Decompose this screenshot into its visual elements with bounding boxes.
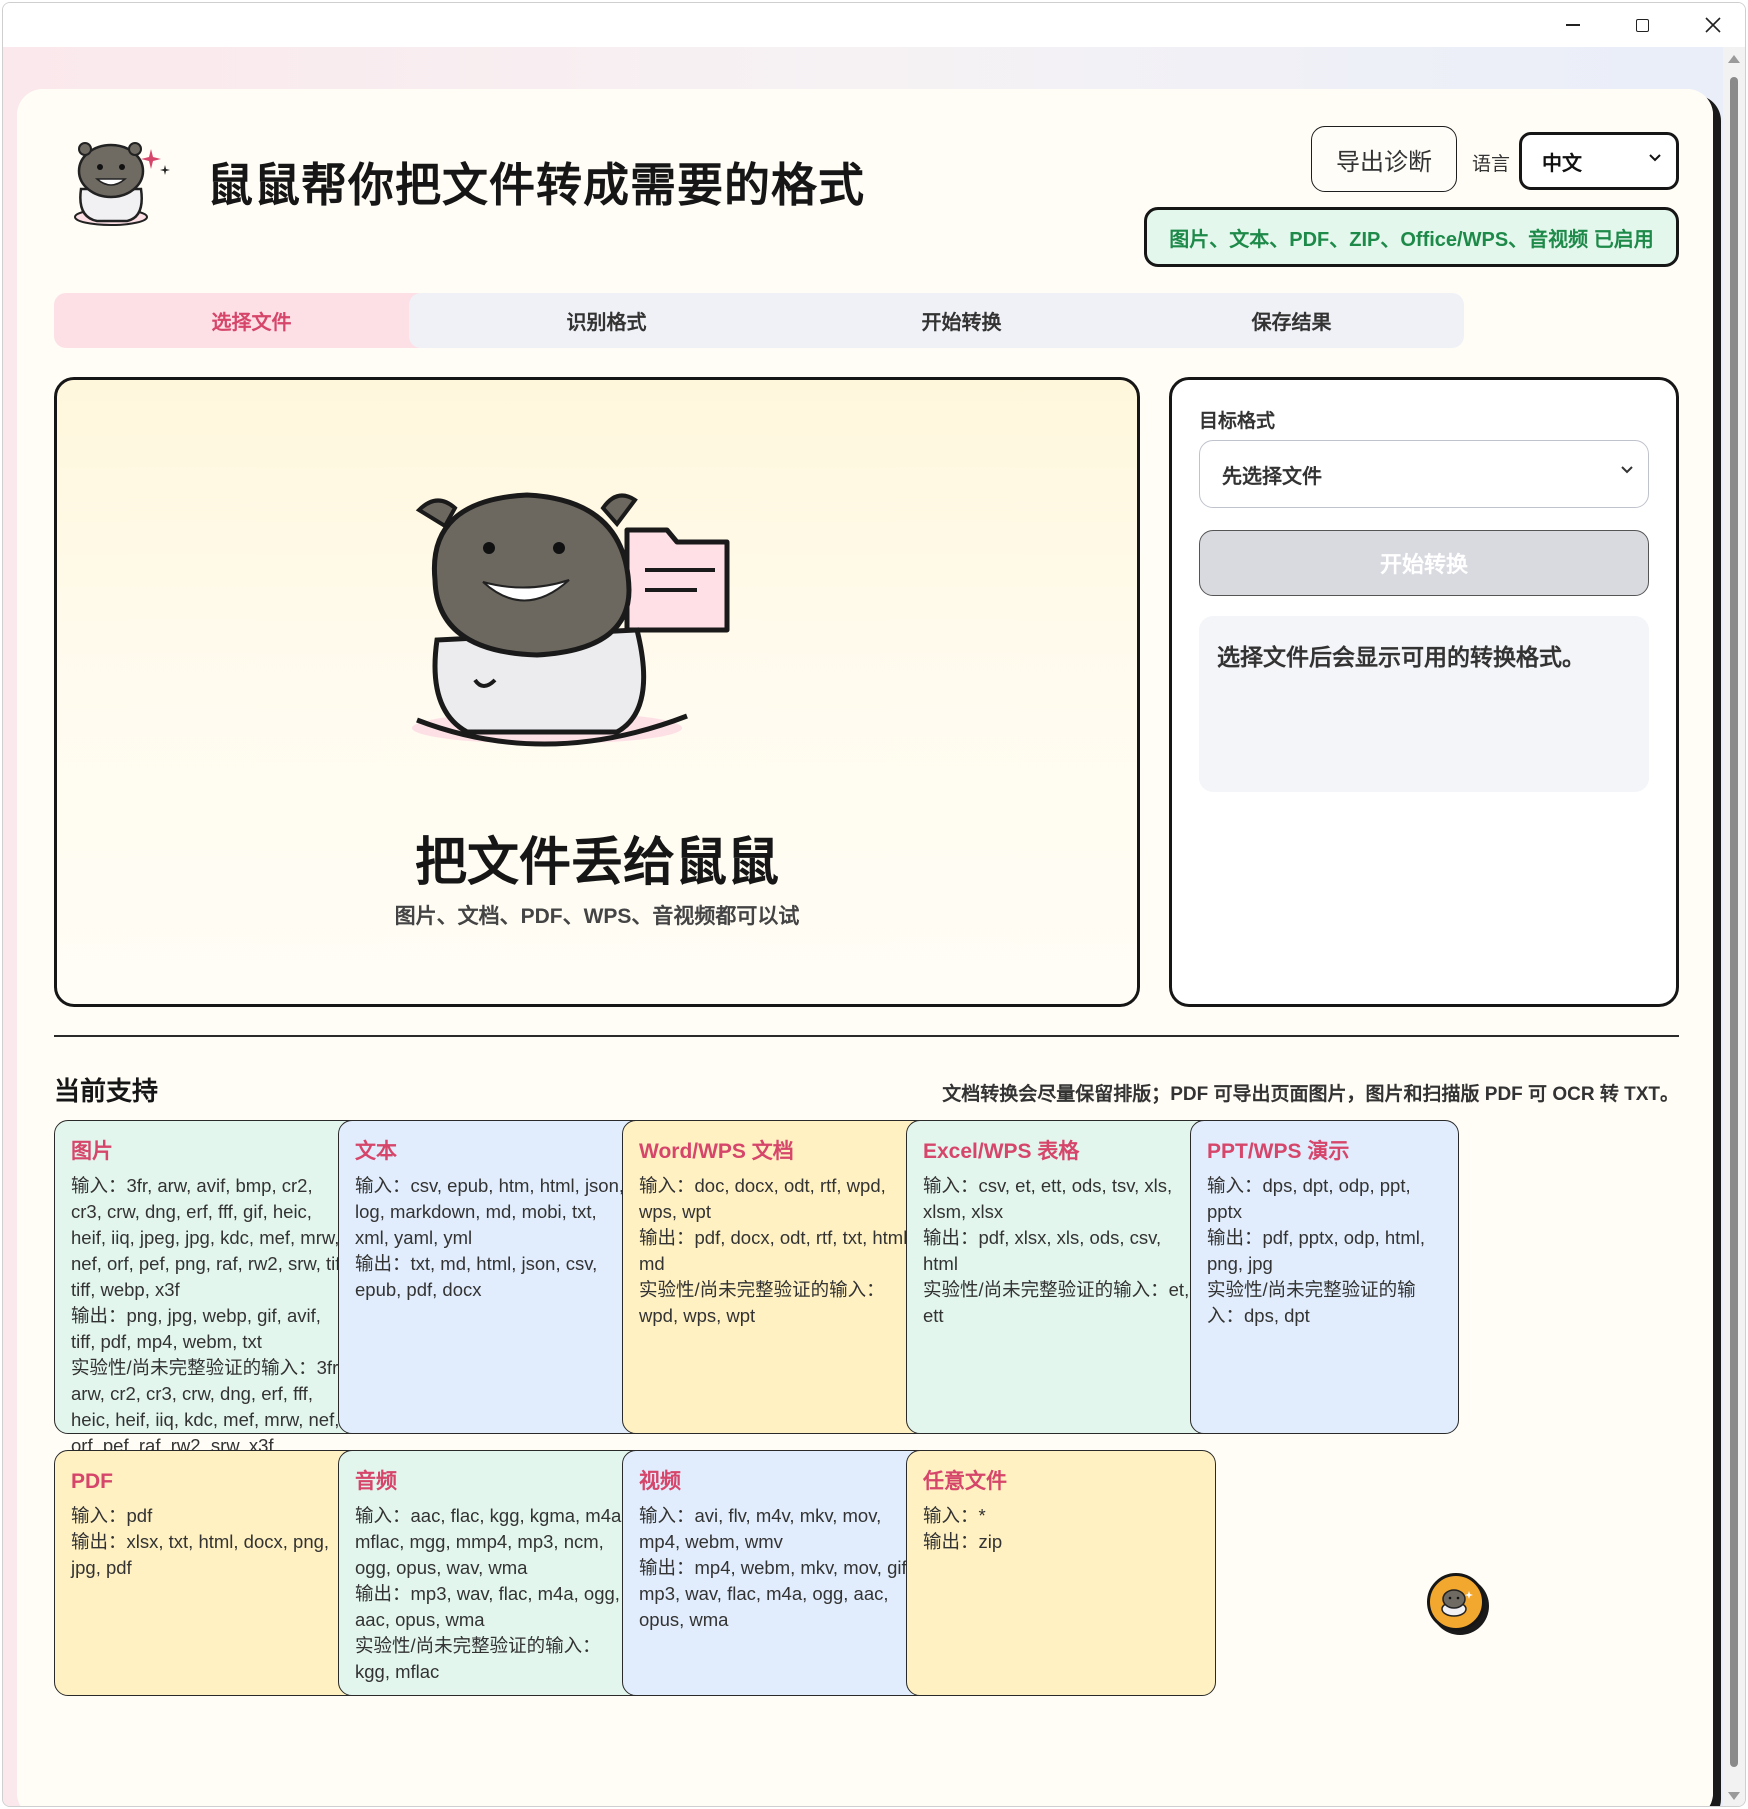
format-output: 输出：xlsx, txt, html, docx, png, jpg, pdf [71,1531,330,1578]
format-card-title: PPT/WPS 演示 [1207,1140,1350,1163]
format-card-excel: Excel/WPS 表格 输入：csv, et, ett, ods, tsv, … [906,1120,1216,1434]
format-card-word: Word/WPS 文档 输入：doc, docx, odt, rtf, wpd,… [622,1120,932,1434]
format-hint: 选择文件后会显示可用的转换格式。 [1199,616,1649,792]
format-input: 输入：avi, flv, m4v, mkv, mov, mp4, webm, w… [639,1505,882,1552]
format-card-title: 音频 [355,1470,397,1493]
format-card-title: 任意文件 [923,1470,1007,1493]
format-card-title: 视频 [639,1470,681,1493]
format-input: 输入：3fr, arw, avif, bmp, cr2, cr3, crw, d… [71,1175,346,1300]
title-bar [3,3,1745,47]
format-card-title: 图片 [71,1140,113,1163]
format-card-title: Excel/WPS 表格 [923,1140,1080,1163]
sparkle-icon [141,149,170,175]
format-experimental: 实验性/尚未完整验证的输入：wpd, wps, wpt [639,1279,885,1326]
hamster-folder-illustration [412,492,730,747]
dropzone-title: 把文件丢给鼠鼠 [414,834,779,892]
step-select-file[interactable]: 选择文件 [54,293,449,348]
close-icon[interactable] [1678,3,1745,47]
format-card-video: 视频 输入：avi, flv, m4v, mkv, mov, mp4, webm… [622,1450,932,1696]
target-format-panel: 目标格式 先选择文件 开始转换 选择文件后会显示可用的转换格式。 [1169,377,1679,1007]
format-experimental: 实验性/尚未完整验证的输入：3fr, arw, cr2, cr3, crw, d… [71,1357,343,1456]
language-label: 语言 [1472,154,1511,175]
support-title: 当前支持 [54,1076,159,1106]
status-badge: 图片、文本、PDF、ZIP、Office/WPS、音视频 已启用 [1144,207,1679,267]
app-window: 鼠鼠帮你把文件转成需要的格式 导出诊断 语言 中文 图片、文本、PDF、ZIP、… [2,2,1746,1807]
target-format-value: 先选择文件 [1222,465,1322,488]
format-experimental: 实验性/尚未完整验证的输入：kgg, mflac [355,1635,601,1682]
minimize-icon[interactable] [1538,3,1608,47]
format-input: 输入：* [923,1505,986,1526]
chevron-down-icon [1649,154,1661,162]
step-save-result[interactable]: 保存结果 [1119,293,1464,348]
step-detect-format[interactable]: 识别格式 [409,293,804,348]
support-note: 文档转换会尽量保留排版；PDF 可导出页面图片，图片和扫描版 PDF 可 OCR… [942,1084,1679,1105]
format-experimental: 实验性/尚未完整验证的输入：et, ett [923,1279,1190,1326]
format-output: 输出：zip [923,1531,1003,1552]
format-card-pdf: PDF 输入：pdf 输出：xlsx, txt, html, docx, png… [54,1450,364,1696]
format-input: 输入：csv, epub, htm, html, json, log, mark… [355,1175,625,1248]
format-output: 输出：mp4, webm, mkv, mov, gif, mp3, wav, f… [639,1557,912,1630]
export-diagnostics-button[interactable]: 导出诊断 [1311,126,1457,192]
format-card-title: PDF [71,1470,113,1493]
format-input: 输入：dps, dpt, odp, ppt, pptx [1207,1175,1411,1222]
file-drop-zone[interactable]: 把文件丢给鼠鼠 图片、文档、PDF、WPS、音视频都可以试 [54,377,1140,1007]
section-divider [54,1035,1679,1037]
hamster-helper-button[interactable] [1427,1573,1485,1631]
target-format-label: 目标格式 [1199,411,1276,432]
step-start-convert[interactable]: 开始转换 [764,293,1159,348]
hamster-logo-icon [74,142,170,226]
scroll-up-icon[interactable] [1728,55,1740,63]
hamster-helper-icon [1441,1589,1473,1617]
chevron-down-icon [1621,466,1633,474]
main-card: 鼠鼠帮你把文件转成需要的格式 导出诊断 语言 中文 图片、文本、PDF、ZIP、… [17,89,1713,1806]
format-input: 输入：aac, flac, kgg, kgma, m4a, mflac, mgg… [355,1505,627,1578]
format-output: 输出：mp3, wav, flac, m4a, ogg, aac, opus, … [355,1583,620,1630]
format-card-text: 文本 输入：csv, epub, htm, html, json, log, m… [338,1120,648,1434]
maximize-icon[interactable] [1607,3,1677,47]
format-card-ppt: PPT/WPS 演示 输入：dps, dpt, odp, ppt, pptx 输… [1190,1120,1459,1434]
target-format-select[interactable]: 先选择文件 [1199,440,1649,508]
format-experimental: 实验性/尚未完整验证的输入：dps, dpt [1207,1279,1416,1326]
start-convert-button[interactable]: 开始转换 [1199,530,1649,596]
folder-icon [624,527,730,633]
scroll-thumb[interactable] [1730,77,1738,1767]
format-output: 输出：pdf, pptx, odp, html, png, jpg [1207,1227,1425,1274]
format-output: 输出：pdf, docx, odt, rtf, txt, html, md [639,1227,913,1274]
format-input: 输入：doc, docx, odt, rtf, wpd, wps, wpt [639,1175,886,1222]
vertical-scrollbar[interactable] [1723,47,1745,1806]
format-card-title: 文本 [355,1140,397,1163]
page-title: 鼠鼠帮你把文件转成需要的格式 [207,159,865,211]
format-card-audio: 音频 输入：aac, flac, kgg, kgma, m4a, mflac, … [338,1450,648,1696]
format-output: 输出：txt, md, html, json, csv, epub, pdf, … [355,1253,598,1300]
format-input: 输入：pdf [71,1505,153,1526]
format-card-any: 任意文件 输入：* 输出：zip [906,1450,1216,1696]
dropzone-subtitle: 图片、文档、PDF、WPS、音视频都可以试 [394,905,800,928]
format-card-image: 图片 输入：3fr, arw, avif, bmp, cr2, cr3, crw… [54,1120,364,1456]
step-tabs: 选择文件 识别格式 开始转换 保存结果 [54,293,1679,348]
scroll-down-icon[interactable] [1728,1792,1740,1800]
format-card-title: Word/WPS 文档 [639,1140,794,1163]
language-select[interactable]: 中文 [1519,132,1679,190]
format-output: 输出：pdf, xlsx, xls, ods, csv, html [923,1227,1162,1274]
format-output: 输出：png, jpg, webp, gif, avif, tiff, pdf,… [71,1305,321,1352]
language-value: 中文 [1542,152,1582,175]
format-input: 输入：csv, et, ett, ods, tsv, xls, xlsm, xl… [923,1175,1173,1222]
